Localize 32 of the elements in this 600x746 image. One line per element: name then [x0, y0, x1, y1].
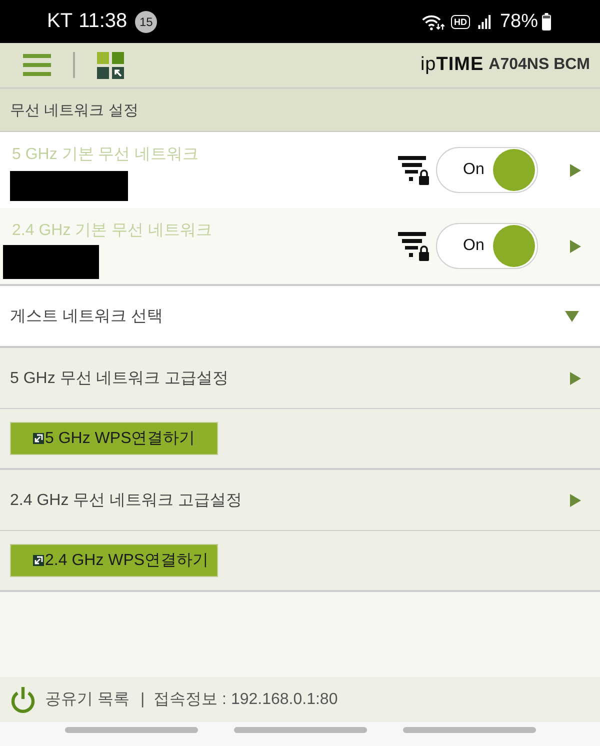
- switch-thumb: [493, 149, 535, 191]
- wps-button[interactable]: 5 GHz WPS연결하기: [10, 422, 218, 455]
- grid-logo-icon[interactable]: [97, 52, 124, 78]
- carrier-name: KT: [47, 10, 73, 33]
- clock: 11:38: [78, 10, 128, 33]
- network-title: 2.4 GHz 기본 무선 네트워크: [11, 221, 212, 241]
- connection-info: 접속정보 : 192.168.0.1:80: [154, 690, 338, 710]
- switch-thumb: [493, 225, 535, 267]
- battery-percent: 78%: [500, 10, 538, 32]
- wps-button[interactable]: 2.4 GHz WPS연결하기: [10, 544, 218, 577]
- menu-icon[interactable]: [23, 54, 51, 76]
- guest-network-dropdown[interactable]: 게스트 네트워크 선택: [0, 286, 600, 348]
- section-title: 무선 네트워크 설정: [0, 89, 600, 132]
- arrow-square-icon: [33, 555, 44, 566]
- network-title: 5 GHz 기본 무선 네트워크: [11, 145, 199, 165]
- separator: |: [140, 690, 145, 708]
- toggle-switch[interactable]: On: [436, 147, 538, 193]
- brand-logo: ipTIME: [420, 54, 484, 76]
- model-name: A704NS BCM: [488, 56, 590, 74]
- router-list-link[interactable]: 공유기 목록: [45, 689, 130, 710]
- caret-right-icon: [570, 372, 581, 384]
- toggle-switch[interactable]: On: [436, 223, 538, 269]
- power-icon[interactable]: [10, 686, 36, 714]
- caret-right-icon[interactable]: [570, 164, 581, 176]
- signal-icon: [478, 14, 491, 28]
- wifi-icon: [422, 12, 446, 30]
- hd-voice-indicator: HD: [450, 14, 470, 28]
- notification-badge: 15: [135, 10, 158, 32]
- battery-icon: [541, 12, 552, 30]
- caret-right-icon[interactable]: [570, 240, 581, 252]
- arrow-square-icon: [33, 433, 44, 444]
- caret-right-icon: [570, 494, 581, 506]
